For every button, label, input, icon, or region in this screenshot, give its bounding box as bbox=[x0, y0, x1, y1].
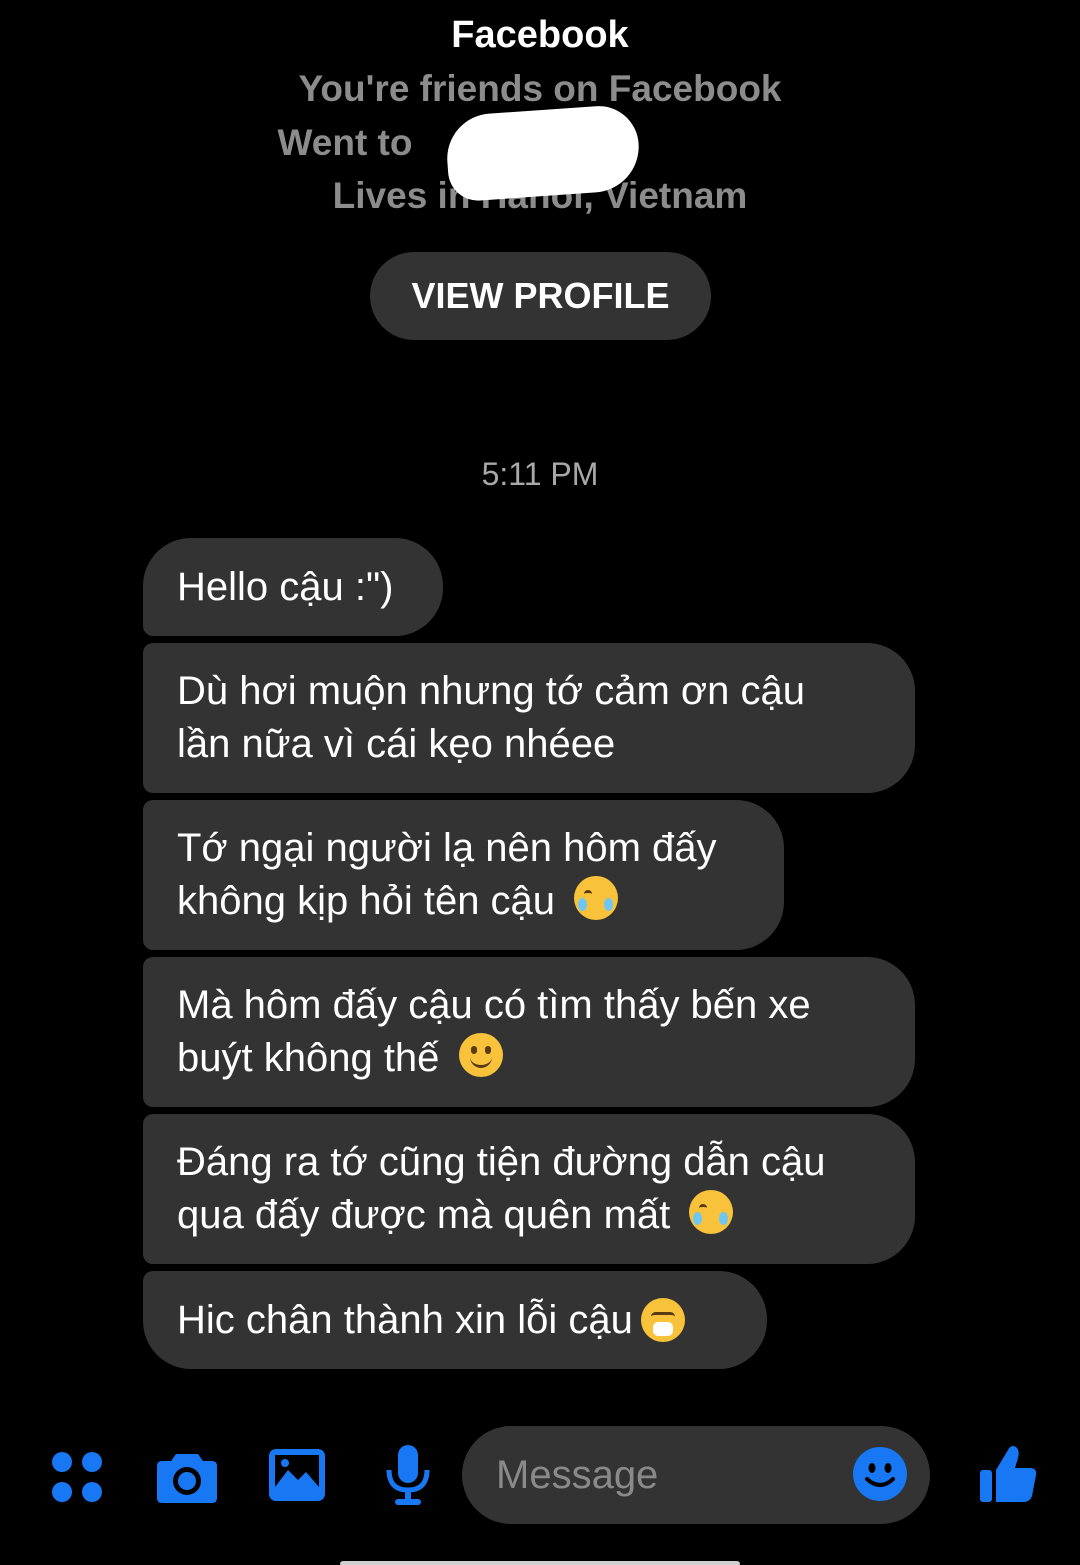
sneezing-face-emoji-icon bbox=[640, 1298, 685, 1342]
message-text-line: Tớ ngại người lạ nên hôm đấy bbox=[177, 826, 717, 870]
message-text-line: Mà hôm đấy cậu có tìm thấy bến xe bbox=[177, 983, 811, 1027]
view-profile-button[interactable]: VIEW PROFILE bbox=[370, 252, 711, 340]
message-bubble[interactable]: Tớ ngại người lạ nên hôm đấy không kịp h… bbox=[143, 800, 784, 950]
home-indicator bbox=[340, 1561, 740, 1565]
chat-screen: Facebook You're friends on Facebook Went… bbox=[0, 0, 1080, 1565]
emoji-icon[interactable] bbox=[852, 1446, 908, 1507]
smile-emoji-icon bbox=[458, 1033, 503, 1077]
friends-status: You're friends on Facebook bbox=[298, 68, 782, 109]
message-bubble[interactable]: Hic chân thành xin lỗi cậu bbox=[143, 1271, 767, 1369]
message-text: Hic chân thành xin lỗi cậu bbox=[177, 1297, 633, 1342]
camera-icon[interactable] bbox=[156, 1448, 218, 1509]
message-timestamp: 5:11 PM bbox=[481, 456, 599, 492]
message-bubble[interactable]: Dù hơi muộn nhưng tớ cảm ơn cậu lần nữa … bbox=[143, 643, 915, 793]
contact-name: Facebook bbox=[451, 14, 629, 56]
message-text-line: Dù hơi muộn nhưng tớ cảm ơn cậu bbox=[177, 669, 805, 713]
message-bubble[interactable]: Đáng ra tớ cũng tiện đường dẫn cậu qua đ… bbox=[143, 1114, 915, 1264]
message-text-line: buýt không thế bbox=[177, 1036, 440, 1080]
message-text: Hello cậu :") bbox=[177, 564, 394, 609]
message-bubble[interactable]: Mà hôm đấy cậu có tìm thấy bến xe buýt k… bbox=[143, 957, 915, 1107]
redaction-scribble bbox=[444, 103, 642, 203]
tear-smile-emoji-icon bbox=[574, 876, 619, 920]
message-input[interactable] bbox=[496, 1452, 836, 1498]
microphone-icon[interactable] bbox=[385, 1444, 431, 1511]
message-text-line: không kịp hỏi tên cậu bbox=[177, 879, 556, 923]
message-text-line: lần nữa vì cái kẹo nhéee bbox=[177, 722, 616, 766]
message-text-line: Đáng ra tớ cũng tiện đường dẫn cậu bbox=[177, 1140, 826, 1184]
message-composer[interactable] bbox=[462, 1426, 930, 1524]
thumbs-up-icon[interactable] bbox=[978, 1442, 1038, 1509]
school-label: Went to bbox=[277, 122, 413, 163]
gallery-icon[interactable] bbox=[268, 1448, 326, 1507]
message-bubble[interactable]: Hello cậu :") bbox=[143, 538, 443, 636]
message-text-line: qua đấy được mà quên mất bbox=[177, 1193, 671, 1237]
apps-icon[interactable] bbox=[50, 1450, 104, 1509]
tear-smile-emoji-icon bbox=[689, 1190, 734, 1234]
